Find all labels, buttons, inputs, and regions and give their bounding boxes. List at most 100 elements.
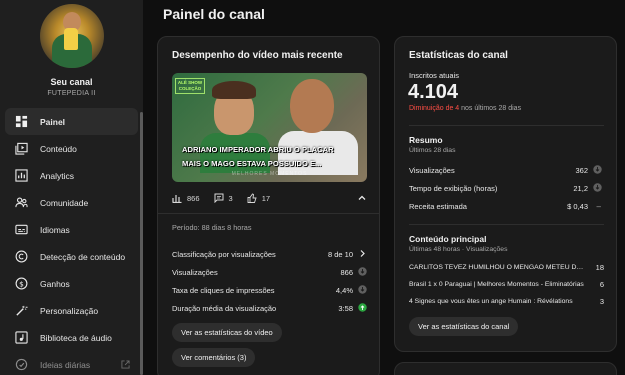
neutral-indicator-icon — [593, 183, 602, 192]
thumbnail-badge: ALÊ SHOW COLEÇÃO — [175, 78, 205, 94]
channel-stats-title: Estatísticas do canal — [409, 50, 508, 61]
metric-label: Classificação por visualizações — [172, 249, 276, 259]
comments-stat: 3 — [214, 193, 233, 203]
audio-library-icon — [14, 331, 28, 345]
summary-row-revenue: Receita estimada $ 0,43 – — [409, 197, 604, 215]
metric-label: Visualizações — [172, 267, 218, 277]
view-comments-button[interactable]: Ver comentários (3) — [172, 348, 256, 367]
subscribers-change: Diminuição de 4 nos últimos 28 dias — [409, 105, 521, 112]
sidebar-item-dashboard[interactable]: Painel — [5, 108, 138, 135]
summary-label: Receita estimada — [409, 201, 467, 211]
top-content-views: 3 — [599, 297, 604, 306]
neutral-indicator-icon — [593, 165, 602, 174]
views-count: 866 — [187, 193, 200, 203]
sidebar-item-label: Biblioteca de áudio — [40, 332, 112, 343]
subscribers-change-period: nos últimos 28 dias — [459, 105, 522, 112]
analytics-icon — [14, 169, 28, 183]
divider — [158, 213, 379, 214]
subscribers-label: Inscritos atuais — [409, 71, 460, 80]
top-content-video-title: CARLITOS TÉVEZ HUMILHOU O MENGÃO METEU D… — [409, 264, 585, 271]
metric-value: 3:58 — [338, 303, 353, 313]
copyright-icon — [14, 250, 28, 264]
metric-row-ranking[interactable]: Classificação por visualizações 8 de 10 — [172, 245, 367, 263]
subscribers-decrease: Diminuição de 4 — [409, 105, 460, 112]
sidebar-item-languages[interactable]: Idiomas — [5, 216, 138, 243]
top-content-row[interactable]: CARLITOS TÉVEZ HUMILHOU O MENGÃO METEU D… — [409, 259, 604, 276]
summary-title: Resumo — [409, 135, 443, 145]
summary-label: Tempo de exibição (horas) — [409, 183, 498, 193]
channel-avatar[interactable] — [40, 4, 104, 68]
sidebar-item-earn[interactable]: $ Ganhos — [5, 270, 138, 297]
community-icon — [14, 196, 28, 210]
sidebar-item-customization[interactable]: Personalização — [5, 297, 138, 324]
metric-row-views: Visualizações 866 — [172, 263, 367, 281]
top-content-views: 6 — [599, 280, 604, 289]
channel-handle: FUTEPEDIA II — [47, 90, 96, 97]
summary-list: Visualizações 362 Tempo de exibição (hor… — [409, 161, 604, 215]
top-content-video-title: Brasil 1 x 0 Paraguai | Melhores Momento… — [409, 281, 584, 288]
channel-name: Seu canal — [50, 77, 93, 87]
metric-row-duration: Duração média da visualização 3:58 — [172, 299, 367, 317]
period-label: Período: 88 dias 8 horas — [172, 223, 252, 232]
summary-label: Visualizações — [409, 165, 455, 175]
trophy-icon — [64, 28, 78, 50]
video-thumbnail[interactable]: ALÊ SHOW COLEÇÃO ADRIANO IMPERADOR ABRIU… — [172, 73, 367, 182]
summary-row-views: Visualizações 362 — [409, 161, 604, 179]
top-content-row[interactable]: 4 Signes que vous êtes un ange Humain : … — [409, 293, 604, 310]
chevron-right-icon — [360, 250, 365, 257]
latest-video-title: Desempenho do vídeo mais recente — [172, 50, 343, 61]
dashboard-icon — [14, 115, 28, 129]
view-channel-stats-button[interactable]: Ver as estatísticas do canal — [409, 317, 519, 336]
sidebar-item-community[interactable]: Comunidade — [5, 189, 138, 216]
divider — [409, 125, 604, 126]
sidebar-item-label: Analytics — [40, 170, 75, 181]
sidebar-item-content-detection[interactable]: Detecção de conteúdo — [5, 243, 138, 270]
top-content-title: Conteúdo principal — [409, 234, 487, 244]
next-card — [394, 362, 617, 375]
thumbnail-player-face — [290, 79, 334, 133]
comments-count: 3 — [228, 193, 233, 203]
thumbnail-caption-line: ADRIANO IMPERADOR ABRIU O PLACAR — [182, 145, 334, 154]
content-icon — [14, 142, 28, 156]
divider — [409, 224, 604, 225]
subtitles-icon — [14, 223, 28, 237]
neutral-indicator-icon — [358, 267, 367, 276]
view-video-stats-button[interactable]: Ver as estatísticas do vídeo — [172, 323, 282, 342]
latest-video-card: Desempenho do vídeo mais recente ALÊ SHO… — [157, 36, 380, 375]
thumbnail-footer: MELHORES MOMENTOS — [231, 171, 308, 177]
sidebar-item-audio-library[interactable]: Biblioteca de áudio — [5, 324, 138, 351]
likes-count: 17 — [261, 193, 271, 203]
thumbnail-caption-line: MAIS O MAGO ESTAVA POSSUIDO E... — [182, 159, 322, 168]
page-title: Painel do canal — [163, 6, 265, 22]
sidebar-item-label: Personalização — [40, 305, 99, 316]
metric-label: Taxa de cliques de impressões — [172, 285, 275, 295]
svg-text:$: $ — [19, 279, 24, 288]
top-content-subtitle: Últimas 48 horas · Visualizações — [409, 246, 508, 253]
top-content-row[interactable]: Brasil 1 x 0 Paraguai | Melhores Momento… — [409, 276, 604, 293]
metric-row-ctr: Taxa de cliques de impressões 4,4% — [172, 281, 367, 299]
earn-icon: $ — [14, 277, 28, 291]
thumbs-up-icon — [247, 193, 257, 203]
summary-value: 21,2 — [573, 183, 588, 193]
top-content-video-title: 4 Signes que vous êtes un ange Humain : … — [409, 298, 573, 305]
chevron-up-icon[interactable] — [357, 193, 367, 203]
video-stats-row: 866 3 17 — [172, 191, 367, 205]
sidebar-item-label: Painel — [40, 116, 66, 127]
top-content-views: 18 — [595, 263, 604, 272]
sidebar-item-daily-ideas[interactable]: Ideias diárias — [5, 351, 138, 375]
metric-value: 866 — [340, 267, 353, 277]
external-link-icon — [121, 360, 130, 369]
bar-chart-icon — [172, 195, 182, 203]
sidebar-item-content[interactable]: Conteúdo — [5, 135, 138, 162]
video-metrics: Classificação por visualizações 8 de 10 … — [172, 245, 367, 317]
sidebar-item-label: Detecção de conteúdo — [40, 251, 126, 262]
ideas-icon — [14, 358, 28, 372]
positive-indicator-icon — [358, 303, 367, 312]
thumbnail-caption: ADRIANO IMPERADOR ABRIU O PLACAR MAIS O … — [172, 143, 367, 171]
sidebar-nav: Painel Conteúdo Analytics Comunidade Idi… — [5, 108, 138, 375]
customize-icon — [14, 304, 28, 318]
sidebar-item-analytics[interactable]: Analytics — [5, 162, 138, 189]
summary-value: 362 — [575, 165, 588, 175]
comment-icon — [214, 193, 224, 203]
top-content-list: CARLITOS TÉVEZ HUMILHOU O MENGÃO METEU D… — [409, 259, 604, 310]
